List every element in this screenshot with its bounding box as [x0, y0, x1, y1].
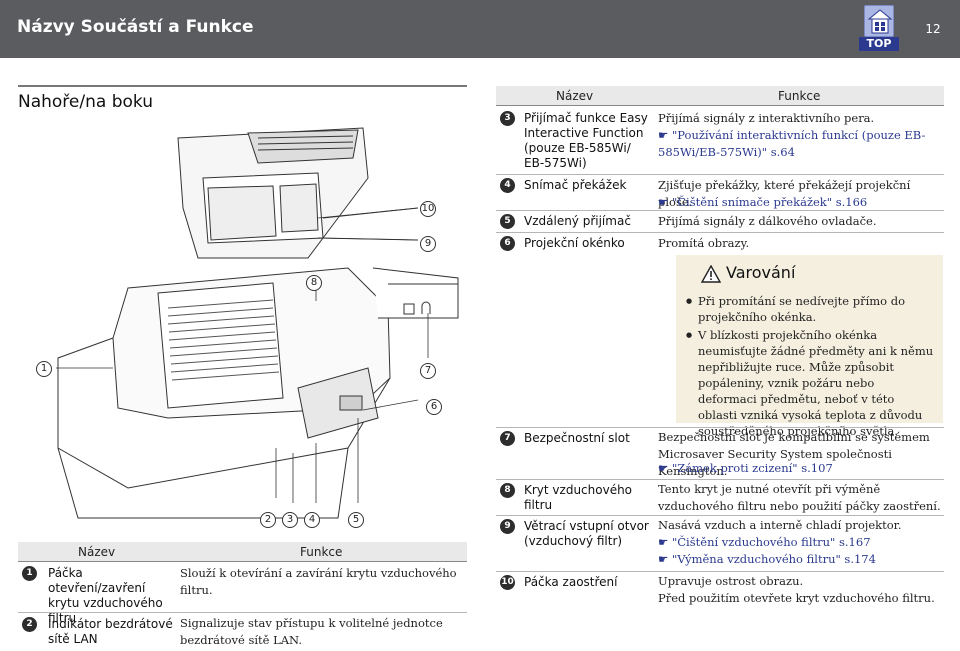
right-row-6-name: Projekční okénko	[524, 236, 625, 250]
right-row-7-link[interactable]: ☛ "Zámek proti zcizení" s.107	[658, 460, 943, 477]
warning-item: V blízkosti projekčního okénka neumisťuj…	[686, 327, 936, 439]
callout-3: 3	[282, 512, 298, 528]
callout-7: 7	[420, 363, 436, 379]
right-row-10-func: Upravuje ostrost obrazu.	[658, 574, 804, 588]
callout-6: 6	[426, 399, 442, 415]
left-col-func: Funkce	[300, 545, 343, 559]
pointer-icon: ☛	[658, 461, 672, 475]
left-row-2: 2	[22, 617, 37, 636]
callout-10: 10	[420, 201, 436, 217]
section-rule	[18, 85, 467, 87]
row-number: 8	[500, 483, 515, 498]
right-row-10-func-2: Před použitím otevřete kryt vzduchového …	[658, 591, 935, 605]
pointer-icon: ☛	[658, 535, 672, 549]
left-row-2-func: Signalizuje stav přístupu k volitelné je…	[180, 616, 443, 647]
right-row-10-name: Páčka zaostření	[524, 575, 618, 589]
row-divider	[496, 427, 944, 428]
right-table-header: Název Funkce	[496, 86, 944, 106]
right-row-3-func: Přijímá signály z interaktivního pera.	[658, 111, 875, 125]
left-table-header: Název Funkce	[18, 542, 467, 562]
warning-icon	[701, 265, 721, 283]
right-row-3-name: Přijímač funkce Easy Interactive Functio…	[524, 111, 648, 170]
row-number: 3	[500, 111, 515, 126]
row-divider	[496, 571, 944, 572]
row-number: 6	[500, 236, 515, 251]
top-label: TOP	[859, 37, 899, 51]
row-number: 10	[500, 575, 515, 590]
pointer-icon: ☛	[658, 552, 672, 566]
callout-5: 5	[348, 512, 364, 528]
page-number: 12	[925, 22, 941, 36]
right-row-4-name: Snímač překážek	[524, 178, 627, 192]
row-divider	[18, 612, 467, 613]
row-number: 9	[500, 519, 515, 534]
right-row-9-link-1[interactable]: ☛ "Čištění vzduchového filtru" s.167	[658, 534, 943, 551]
right-row-8-name: Kryt vzduchového filtru	[524, 483, 633, 512]
pointer-icon: ☛	[658, 195, 672, 209]
row-divider	[496, 210, 944, 211]
row-divider	[496, 232, 944, 233]
row-divider	[496, 479, 944, 480]
right-row-5-name: Vzdálený přijímač	[524, 214, 631, 228]
right-row-6-func: Promítá obrazy.	[658, 236, 750, 250]
callout-9: 9	[420, 236, 436, 252]
row-number: 2	[22, 617, 37, 632]
right-col-name: Název	[556, 89, 594, 103]
section-title: Nahoře/na boku	[18, 92, 153, 112]
right-row-3-link[interactable]: ☛ "Používání interaktivních funkcí (pouz…	[658, 127, 943, 161]
warning-item: Při promítání se nedívejte přímo do proj…	[686, 293, 936, 325]
right-row-4-link[interactable]: ☛ "Čištění snímače překážek" s.166	[658, 194, 943, 211]
warning-title: Varování	[726, 263, 796, 282]
right-row-9-link-2[interactable]: ☛ "Výměna vzduchového filtru" s.174	[658, 551, 943, 568]
right-row-7-name: Bezpečnostní slot	[524, 431, 630, 445]
callout-8: 8	[306, 275, 322, 291]
left-row-2-name: Indikátor bezdrátové sítě LAN	[48, 617, 173, 646]
row-number: 5	[500, 214, 515, 229]
row-divider	[496, 515, 944, 516]
right-row-5-func: Přijímá signály z dálkového ovladače.	[658, 214, 877, 228]
page-title: Názvy Součástí a Funkce	[17, 17, 254, 37]
pointer-icon: ☛	[658, 128, 672, 142]
warning-box: Varování Při promítání se nedívejte přím…	[676, 255, 943, 438]
row-divider	[496, 174, 944, 175]
row-number: 1	[22, 566, 37, 581]
callout-1: 1	[36, 361, 52, 377]
row-number: 7	[500, 431, 515, 446]
callout-2: 2	[260, 512, 276, 528]
right-row-9-func: Nasává vzduch a interně chladí projektor…	[658, 518, 902, 532]
left-row-1: 1	[22, 566, 37, 585]
right-row-8-func: Tento kryt je nutné otevřít při výměně v…	[658, 482, 941, 513]
home-icon	[864, 5, 894, 37]
warning-list: Při promítání se nedívejte přímo do proj…	[686, 293, 936, 441]
left-row-1-func: Slouží k otevírání a zavírání krytu vzdu…	[180, 566, 457, 597]
callout-4: 4	[304, 512, 320, 528]
projector-drawing	[56, 127, 459, 519]
projector-illustration	[18, 118, 467, 538]
right-row-9-name: Větrací vstupní otvor (vzduchový filtr)	[524, 519, 649, 548]
page-header: Názvy Součástí a Funkce TOP 12	[0, 0, 960, 58]
row-number: 4	[500, 178, 515, 193]
left-col-name: Název	[78, 545, 116, 559]
top-button[interactable]: TOP	[859, 3, 899, 53]
right-col-func: Funkce	[778, 89, 821, 103]
